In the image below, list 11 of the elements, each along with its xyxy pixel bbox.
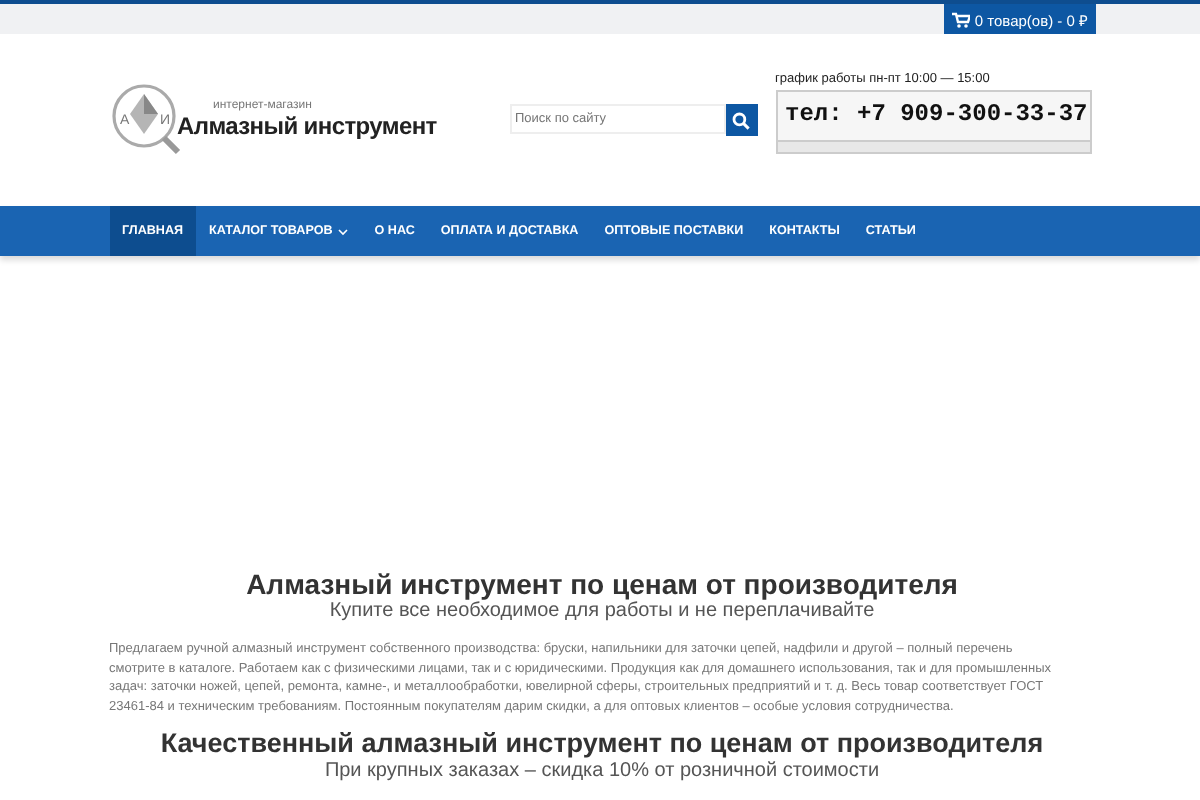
page-heading: Алмазный инструмент по ценам от производителя [244,568,960,600]
search-button[interactable] [725,104,757,136]
section-subheading: При крупных заказах – скидка 10% от розничной стоимости [322,760,882,782]
section-heading: Качественный алмазный инструмент по ценам от производителя [158,728,1046,760]
horizontal-scrollbar[interactable] [777,139,1089,151]
page-subheading: Купите все необходимое для работы и не переплачивайте [327,600,877,624]
logo-name[interactable]: Алмазный инструмент [177,112,437,140]
cart-icon [952,11,971,27]
search-icon [732,111,750,129]
phone-number: тел: +7 909-300-33-37 [785,99,1088,129]
chevron-icon [338,227,349,235]
